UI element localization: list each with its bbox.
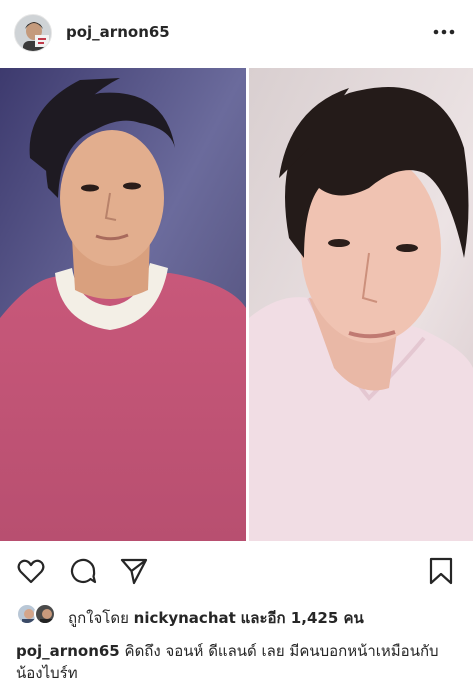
post-header: poj_arnon65 (0, 0, 473, 68)
action-bar (0, 548, 473, 594)
liker-username[interactable]: nickynachat (134, 609, 236, 627)
more-options-icon[interactable] (432, 22, 456, 42)
photo-right-panel (249, 68, 473, 541)
comment-icon[interactable] (68, 556, 98, 586)
likes-row: ถูกใจโดย nickynachat และอีก 1,425 คน (16, 603, 466, 629)
bookmark-icon[interactable] (426, 556, 456, 586)
avatar-image (15, 15, 51, 51)
photo-left-panel (0, 68, 246, 541)
likes-count[interactable]: และอีก 1,425 คน (241, 609, 364, 627)
post-username[interactable]: poj_arnon65 (66, 23, 170, 41)
post-image[interactable] (0, 68, 473, 541)
post-caption: poj_arnon65 คิดถึง จอนห์ ดีแลนด์ เลย มีค… (16, 640, 461, 684)
liker-avatar-2[interactable] (34, 603, 56, 625)
likes-summary[interactable]: ถูกใจโดย nickynachat และอีก 1,425 คน (68, 606, 364, 630)
caption-username[interactable]: poj_arnon65 (16, 642, 120, 660)
likes-prefix: ถูกใจโดย (68, 609, 129, 627)
like-heart-icon[interactable] (16, 556, 46, 586)
share-send-icon[interactable] (119, 556, 149, 586)
avatar[interactable] (14, 14, 52, 52)
